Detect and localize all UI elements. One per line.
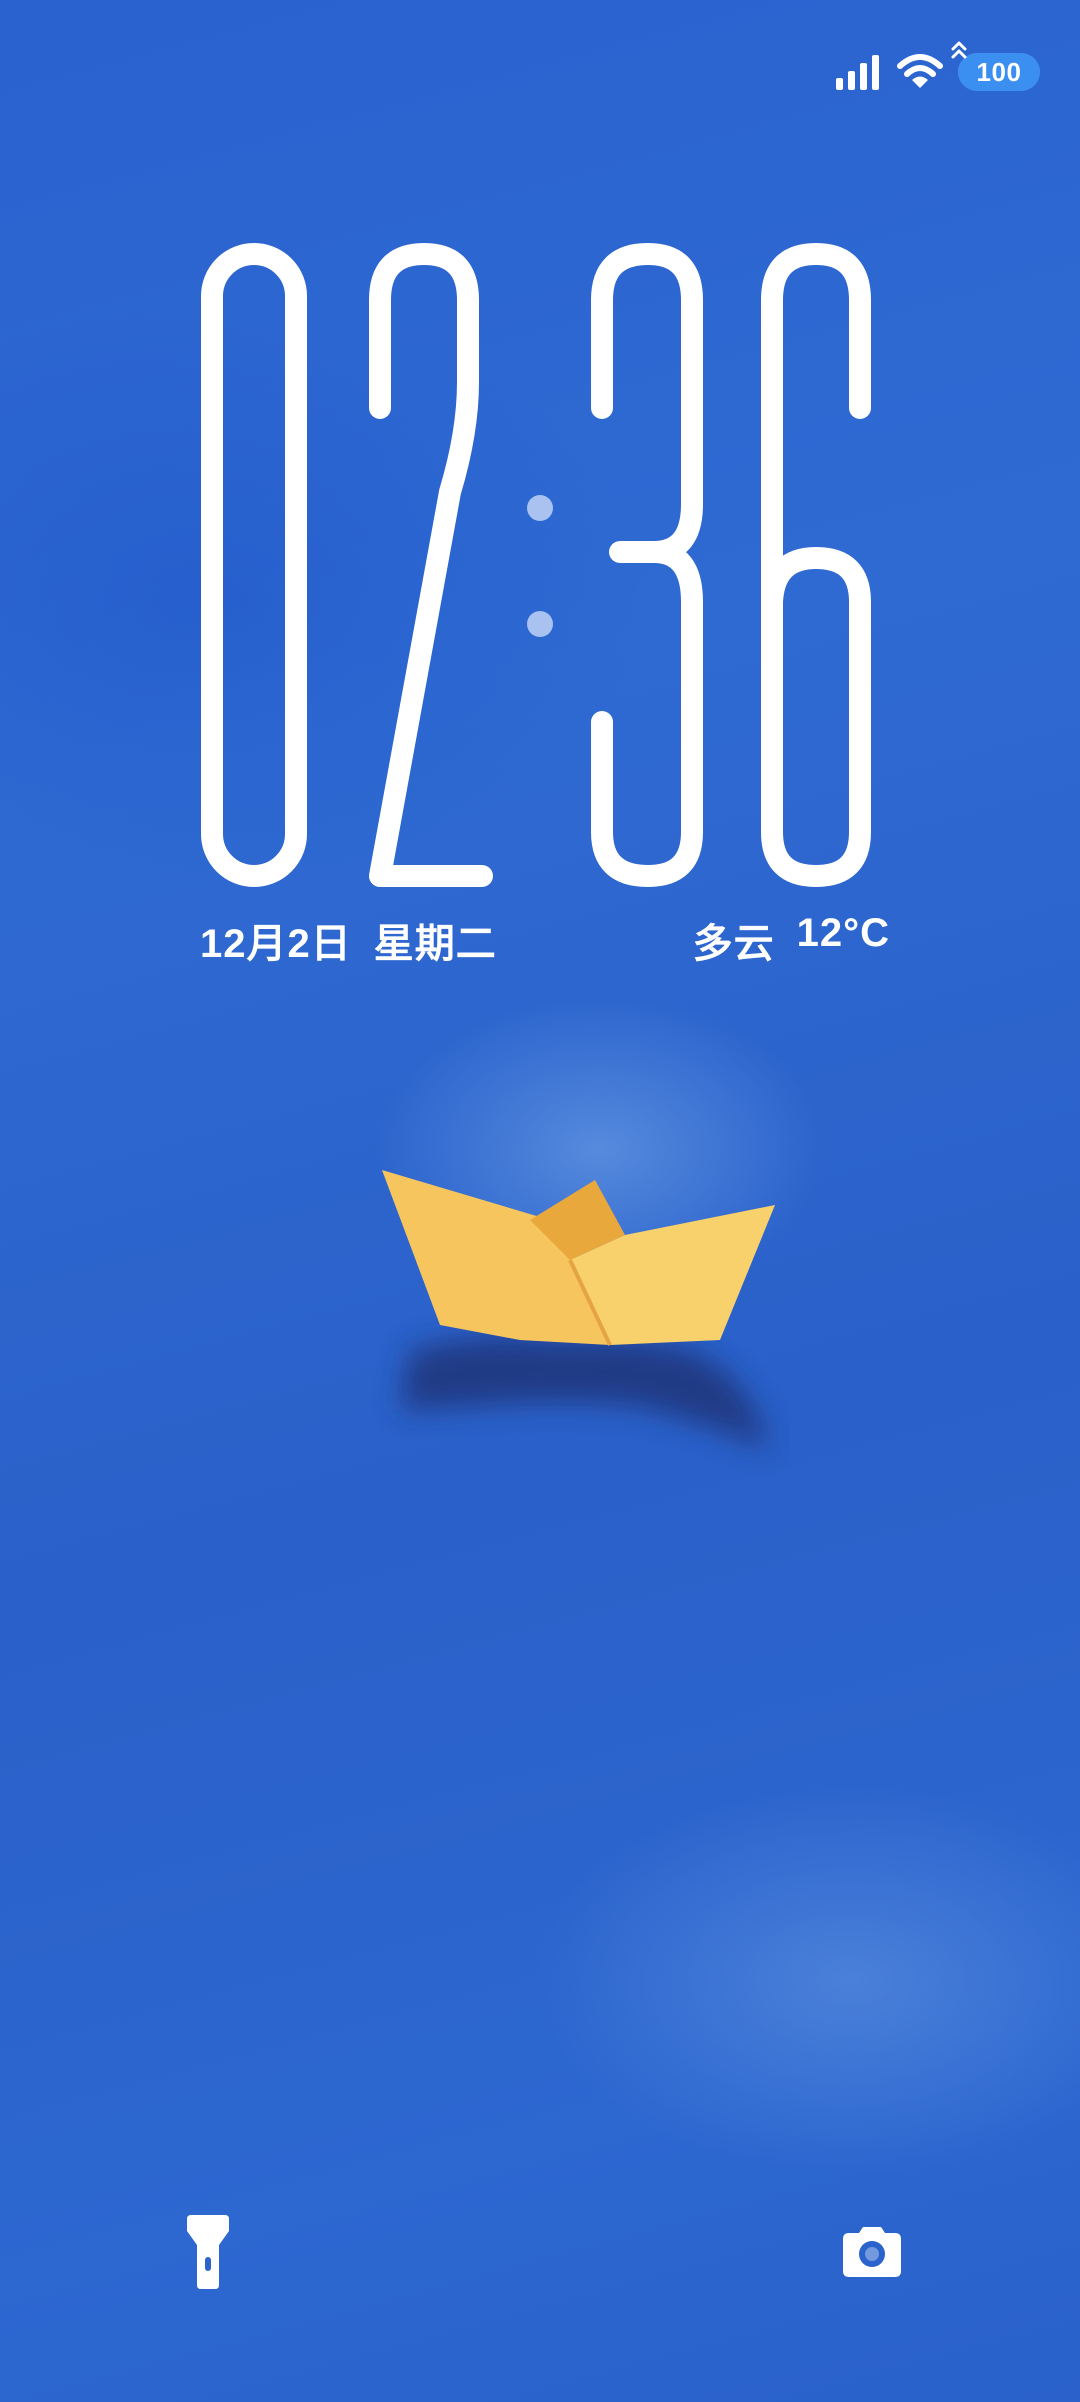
- clock-minutes: 36: [192, 232, 194, 233]
- weather-temperature: 12°C: [796, 911, 890, 955]
- date-group: 12月2日 星期二: [200, 911, 497, 969]
- camera-button[interactable]: [832, 2212, 912, 2292]
- boat-shadow: [400, 1336, 770, 1450]
- status-bar: 100: [834, 41, 1040, 96]
- clock-colon-top: [527, 495, 553, 521]
- clock-colon-bottom: [527, 611, 553, 637]
- battery-level: 100: [976, 56, 1022, 87]
- flashlight-button[interactable]: [168, 2212, 248, 2292]
- clock-hours: 02: [192, 232, 194, 233]
- paper-boat-icon: [370, 1150, 790, 1490]
- clock-digit-0: [201, 243, 307, 887]
- weather-group: 多云 12°C: [693, 911, 890, 969]
- lock-screen-clock: 02 36: [192, 232, 892, 902]
- clock-digit-3: [591, 243, 703, 887]
- date-weather-row: 12月2日 星期二 多云 12°C: [200, 910, 890, 970]
- wifi-icon: [897, 54, 943, 88]
- weather-condition: 多云: [692, 922, 775, 966]
- clock-digit-6: [761, 243, 871, 887]
- charging-arrow-icon: [951, 41, 967, 59]
- camera-icon: [843, 2227, 901, 2277]
- weekday-text: 星期二: [373, 922, 497, 966]
- cellular-signal-icon: [836, 55, 879, 90]
- clock-digit-2: [369, 243, 493, 887]
- flashlight-icon: [187, 2215, 229, 2289]
- battery-indicator: 100: [951, 41, 1040, 91]
- date-text: 12月2日: [200, 922, 352, 966]
